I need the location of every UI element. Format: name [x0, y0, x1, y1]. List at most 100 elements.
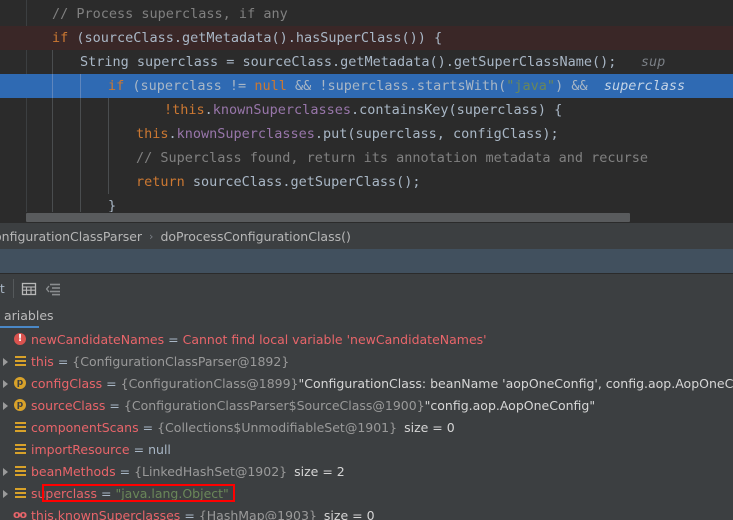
code-token: knownSuperclasses [176, 126, 315, 142]
editor-hscrollbar-thumb[interactable] [26, 213, 630, 222]
variable-name: beanMethods [31, 463, 116, 479]
variable-equals: = [106, 375, 117, 391]
code-line-text: String superclass = sourceClass.getMetad… [0, 50, 665, 74]
expand-arrow-icon[interactable] [0, 460, 13, 482]
variable-row[interactable]: configClass={ConfigurationClass@1899} "C… [0, 372, 733, 394]
parameter-icon [13, 394, 31, 416]
code-token: . [204, 102, 213, 118]
variable-name: importResource [31, 441, 130, 457]
code-editor[interactable]: // Process superclass, if any if (sourceC… [0, 0, 733, 212]
toolbar-divider [13, 279, 14, 298]
code-token: knownSuperclasses [212, 102, 351, 118]
tab-variables[interactable]: ariables [0, 303, 64, 328]
code-line-text: if (sourceClass.getMetadata().hasSuperCl… [0, 26, 442, 50]
code-line[interactable]: // Superclass found, return its annotati… [0, 146, 733, 170]
variables-tree[interactable]: newCandidateNames = Cannot find local vari… [0, 328, 733, 520]
tab-variables-label: ariables [4, 308, 54, 323]
variable-row[interactable]: beanMethods = {LinkedHashSet@1902} size = 2 [0, 460, 733, 482]
variable-equals: = [109, 397, 120, 413]
variable-equals: = [119, 463, 131, 479]
code-line[interactable]: !this.knownSuperclasses.containsKey(supe… [0, 98, 733, 122]
variable-row[interactable]: this = {ConfigurationClassParser@1892} [0, 350, 733, 372]
variable-value: {ConfigurationClassParser@1892} [72, 353, 290, 369]
variable-name: this [31, 353, 54, 369]
code-token: return [136, 174, 185, 190]
code-token: sup [616, 54, 666, 70]
code-line[interactable]: this.knownSuperclasses.put(superclass, c… [0, 122, 733, 146]
local-variable-icon [13, 438, 31, 460]
code-line-text: !this.knownSuperclasses.containsKey(supe… [0, 98, 562, 122]
breadcrumb-item-method[interactable]: doProcessConfigurationClass() [160, 229, 350, 244]
code-token: "java" [506, 78, 556, 94]
variable-row[interactable]: componentScans = {Collections$Unmodifiable… [0, 416, 733, 438]
variable-value: {ConfigurationClass@1899} [120, 375, 299, 391]
ide-debugger-screen: // Process superclass, if any if (sourceC… [0, 0, 733, 520]
variable-name: this.knownSuperclasses [31, 507, 181, 520]
expand-arrow-icon[interactable] [0, 482, 13, 504]
breadcrumb-item-class[interactable]: onfigurationClassParser [0, 229, 142, 244]
code-lines[interactable]: // Process superclass, if any if (sourceC… [0, 0, 733, 212]
expand-arrow-icon[interactable] [0, 350, 13, 372]
code-token: .put(superclass, configClass); [314, 126, 559, 142]
variable-name: sourceClass [31, 397, 106, 413]
code-token: !this [164, 102, 205, 118]
breadcrumb-separator-icon: › [149, 229, 154, 243]
code-token: null [254, 78, 287, 94]
code-token: if [108, 78, 125, 94]
variable-row[interactable]: oo this.knownSuperclasses = {HashMap@1903} s… [0, 504, 733, 520]
view-as-table-icon[interactable] [21, 281, 37, 297]
code-line-text: // Superclass found, return its annotati… [0, 146, 648, 170]
code-token: superclass [595, 78, 686, 94]
variable-value: size = 2 [294, 463, 345, 479]
local-variable-icon [13, 416, 31, 438]
variable-row[interactable]: importResource = null [0, 438, 733, 460]
toolbar-clipped-label: t [0, 282, 5, 296]
variable-row[interactable]: sourceClass={ConfigurationClassParser$So… [0, 394, 733, 416]
code-line[interactable]: String superclass = sourceClass.getMetad… [0, 50, 733, 74]
code-line[interactable]: if (sourceClass.getMetadata().hasSuperCl… [0, 26, 733, 50]
variable-value: size = 0 [323, 507, 375, 520]
variable-name: superclass [31, 485, 97, 501]
code-token: (sourceClass.getMetadata().hasSuperClass… [68, 30, 443, 46]
code-token: && !superclass.startsWith( [286, 78, 507, 94]
variable-row[interactable]: newCandidateNames=Cannot find local vari… [0, 328, 733, 350]
code-line[interactable]: } [0, 194, 733, 212]
variable-row[interactable]: superclass = "java.lang.Object" [0, 482, 733, 504]
expand-arrow-icon[interactable] [0, 372, 13, 394]
variable-value: null [148, 441, 171, 457]
error-icon [13, 328, 31, 350]
code-line-text: } [0, 194, 116, 212]
code-line-text: if (superclass != null && !superclass.st… [0, 74, 685, 98]
local-variable-icon [13, 460, 31, 482]
code-line[interactable]: // Process superclass, if any [0, 2, 733, 26]
variable-value: size = 0 [404, 419, 455, 435]
parameter-icon [13, 372, 31, 394]
debug-frames-band[interactable] [0, 249, 733, 274]
code-line[interactable]: if (superclass != null && !superclass.st… [0, 74, 733, 98]
code-token: (superclass != [124, 78, 255, 94]
code-line-text: // Process superclass, if any [0, 2, 288, 26]
variable-equals: = [133, 441, 145, 457]
debugger-tabs-bar[interactable]: ariables [0, 303, 733, 328]
variable-name: configClass [31, 375, 103, 391]
breadcrumb: onfigurationClassParser › doProcessConfi… [0, 223, 733, 249]
variable-equals: = [100, 485, 112, 501]
code-token: String superclass = sourceClass.getMetad… [80, 54, 617, 70]
variable-name: newCandidateNames [31, 331, 165, 347]
variable-equals: = [142, 419, 154, 435]
variable-value: {HashMap@1903} [198, 507, 317, 520]
code-line-text: return sourceClass.getSuperClass(); [0, 170, 420, 194]
expand-arrow-placeholder [0, 328, 13, 350]
expand-arrow-icon[interactable] [0, 394, 13, 416]
variable-name: componentScans [31, 419, 139, 435]
group-by-icon[interactable] [45, 281, 62, 297]
code-token: } [108, 198, 117, 212]
variable-value: "ConfigurationClass: beanName 'aopOneCon… [298, 375, 733, 391]
variable-value: Cannot find local variable 'newCandidate… [182, 331, 487, 347]
watch-icon: oo [13, 508, 27, 520]
code-token: // Process superclass, if any [52, 6, 288, 22]
variable-value: "config.aop.AopOneConfig" [424, 397, 596, 413]
debugger-toolbar[interactable]: t [0, 274, 733, 303]
code-line[interactable]: return sourceClass.getSuperClass(); [0, 170, 733, 194]
code-token: ) && [555, 78, 596, 94]
